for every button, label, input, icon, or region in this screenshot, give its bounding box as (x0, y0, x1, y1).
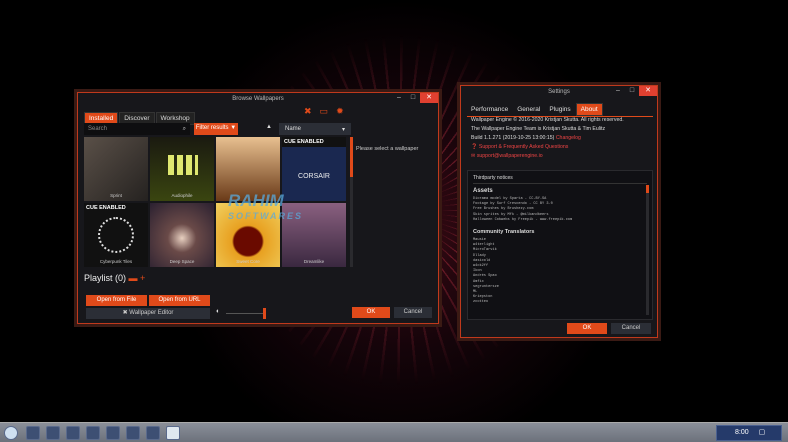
taskbar-app-icon[interactable] (66, 426, 80, 440)
taskbar-app-icon[interactable] (46, 426, 60, 440)
thirdparty-heading: Thirdparty notices (473, 174, 647, 184)
tools-icon[interactable]: ✖ (304, 106, 312, 117)
wallpaper-tile[interactable]: CUE ENABLED Cyberpunk Tiles (84, 203, 148, 267)
ok-button[interactable]: OK (352, 307, 390, 318)
search-icon: ⌕ (182, 126, 186, 132)
asset-notice: Halloween Cobwebs by Freepik - www.freep… (473, 217, 573, 222)
taskbar-app-icon[interactable] (26, 426, 40, 440)
wallpaper-tile[interactable]: Audiophile (150, 137, 214, 201)
brightness-icon: ◐ (216, 308, 221, 315)
tab-about[interactable]: About (575, 103, 603, 116)
folder-icon[interactable]: ▬ (129, 273, 138, 283)
tab-performance[interactable]: Performance (467, 104, 512, 115)
build-text: Build 1.1.271 (2019-10-25 13:00:15) Chan… (471, 135, 581, 141)
window-title: Browse Wallpapers (232, 96, 284, 102)
notices-scrollbar[interactable] (646, 185, 649, 315)
ok-button[interactable]: OK (567, 323, 607, 334)
taskbar: 8:00 ▢ (0, 422, 788, 442)
assets-list: Diorama model by Sparta - CC-BY-SA Footag… (473, 197, 647, 223)
filter-results-button[interactable]: Filter results ▼ (194, 123, 238, 135)
taskbar-app-icon[interactable] (166, 426, 180, 440)
monitor-icon[interactable]: ▭ (320, 106, 329, 117)
assets-heading: Assets (473, 188, 493, 194)
browse-wallpapers-window: Browse Wallpapers – □ ✕ Installed Discover W… (77, 92, 439, 324)
translator-name: zcotteo (473, 300, 489, 305)
clock[interactable]: 8:00 (735, 429, 749, 436)
title-bar[interactable]: Browse Wallpapers – □ ✕ (78, 93, 438, 105)
wallpaper-tile[interactable]: Sprint (84, 137, 148, 201)
tab-plugins[interactable]: Plugins (545, 104, 574, 115)
faq-link[interactable]: ❓ Support & Frequently Asked Questions (471, 143, 655, 152)
taskbar-app-icon[interactable] (86, 426, 100, 440)
wallpaper-tile[interactable]: Deep Space (150, 203, 214, 267)
minimize-button[interactable]: – (611, 86, 625, 96)
add-icon[interactable]: + (140, 273, 145, 283)
brightness-slider[interactable] (226, 308, 266, 319)
search-input[interactable]: Search ⌕ (84, 123, 190, 135)
search-placeholder: Search (88, 126, 108, 132)
question-icon: ❓ (471, 144, 478, 150)
wallpaper-editor-button[interactable]: ✖ Wallpaper Editor (86, 308, 210, 319)
maximize-button[interactable]: □ (406, 93, 420, 103)
sort-select[interactable]: Name ▾ (279, 123, 351, 135)
translators-list: Mausie w4terlight MicroTarvik Dllady dasicol… (473, 238, 647, 306)
grid-scrollbar[interactable] (350, 137, 353, 267)
cancel-button[interactable]: Cancel (611, 323, 651, 334)
close-button[interactable]: ✕ (420, 93, 438, 103)
open-from-url-button[interactable]: Open from URL (149, 295, 210, 306)
email-link[interactable]: ✉ support@wallpaperengine.io (471, 152, 655, 161)
system-tray: 8:00 ▢ (716, 425, 782, 441)
translators-heading: Community Translators (473, 229, 535, 236)
title-bar[interactable]: Settings – □ ✕ (461, 86, 657, 98)
settings-window: Settings – □ ✕ Performance General Plugins Ab… (460, 85, 658, 338)
taskbar-app-icon[interactable] (126, 426, 140, 440)
notices-panel: Thirdparty notices Assets Diorama model … (467, 170, 653, 320)
open-from-file-button[interactable]: Open from File (86, 295, 147, 306)
minimize-button[interactable]: – (392, 93, 406, 103)
taskbar-app-icon[interactable] (146, 426, 160, 440)
start-button[interactable] (4, 426, 18, 440)
team-text: The Wallpaper Engine Team is Kristjan Sk… (471, 126, 606, 132)
taskbar-app-icon[interactable] (106, 426, 120, 440)
window-title: Settings (548, 89, 570, 95)
changelog-link[interactable]: Changelog (556, 135, 581, 141)
playlist-heading: Playlist (0) ▬ + (84, 273, 146, 283)
copyright-text: Wallpaper Engine © 2016-2020 Kristjan Sk… (471, 117, 624, 123)
maximize-button[interactable]: □ (625, 86, 639, 96)
sort-direction-icon[interactable]: ▲ (266, 124, 272, 130)
gear-icon[interactable]: ✹ (336, 106, 344, 117)
mail-icon: ✉ (471, 153, 476, 159)
watermark: RAHIM SOFTWARES (228, 191, 304, 221)
wallpaper-grid: Sprint Audiophile CUE ENABLED CORSAIR CUE… (84, 137, 348, 267)
tab-general[interactable]: General (513, 104, 544, 115)
close-button[interactable]: ✕ (639, 86, 657, 96)
select-hint: Please select a wallpaper (356, 146, 419, 152)
cancel-button[interactable]: Cancel (394, 307, 432, 318)
notification-icon[interactable]: ▢ (759, 429, 766, 436)
